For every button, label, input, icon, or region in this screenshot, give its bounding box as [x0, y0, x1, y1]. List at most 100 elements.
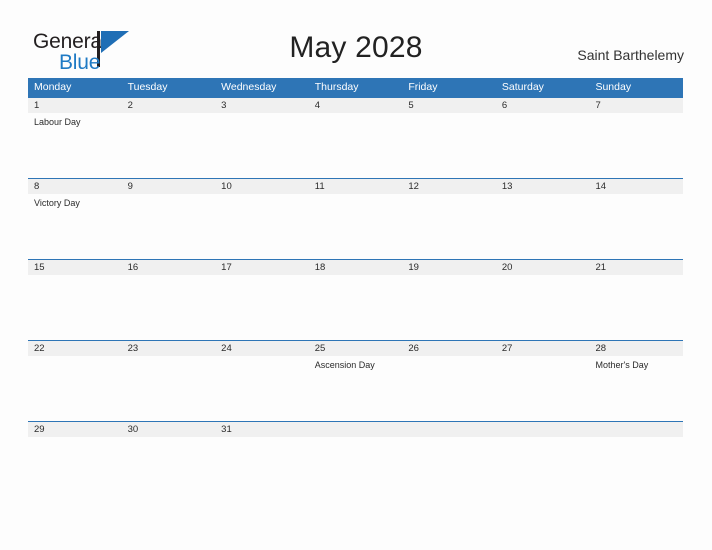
calendar-week-row: 1 2 3 4 5 6 7 Labour Day [28, 97, 683, 178]
day-number-empty [496, 422, 590, 437]
week-event-band [28, 275, 683, 339]
day-number[interactable]: 23 [122, 341, 216, 356]
day-cell[interactable] [28, 275, 122, 339]
day-number[interactable]: 27 [496, 341, 590, 356]
weekday-tuesday: Tuesday [127, 81, 168, 93]
calendar-week-row: 15 16 17 18 19 20 21 [28, 259, 683, 340]
day-cell[interactable] [402, 275, 496, 339]
day-number[interactable]: 11 [309, 179, 403, 194]
calendar-grid: Monday Tuesday Wednesday Thursday Friday… [28, 78, 683, 502]
day-cell[interactable] [496, 194, 590, 258]
weekday-thursday: Thursday [314, 81, 359, 93]
day-cell[interactable] [496, 356, 590, 420]
day-number[interactable]: 29 [28, 422, 122, 437]
day-cell[interactable] [215, 437, 309, 501]
day-number[interactable]: 10 [215, 179, 309, 194]
day-number[interactable]: 1 [28, 98, 122, 113]
weekday-header-row: Monday Tuesday Wednesday Thursday Friday… [28, 78, 683, 97]
weekday-monday: Monday [34, 81, 72, 93]
day-cell[interactable] [215, 275, 309, 339]
day-cell[interactable] [402, 113, 496, 177]
event-label: Labour Day [34, 117, 81, 127]
day-number[interactable]: 31 [215, 422, 309, 437]
event-label: Victory Day [34, 198, 80, 208]
day-number[interactable]: 15 [28, 260, 122, 275]
day-cell[interactable] [589, 113, 683, 177]
week-date-band: 8 9 10 11 12 13 14 [28, 179, 683, 194]
day-cell[interactable]: Victory Day [28, 194, 122, 258]
day-cell[interactable] [402, 194, 496, 258]
week-date-band: 29 30 31 [28, 422, 683, 437]
day-cell-empty [496, 437, 590, 501]
day-cell[interactable] [215, 113, 309, 177]
day-cell[interactable]: Labour Day [28, 113, 122, 177]
day-number[interactable]: 9 [122, 179, 216, 194]
day-number[interactable]: 8 [28, 179, 122, 194]
week-date-band: 15 16 17 18 19 20 21 [28, 260, 683, 275]
day-number[interactable]: 13 [496, 179, 590, 194]
day-cell[interactable] [496, 275, 590, 339]
day-number[interactable]: 12 [402, 179, 496, 194]
day-number[interactable]: 19 [402, 260, 496, 275]
week-event-band: Ascension Day Mother's Day [28, 356, 683, 420]
day-number[interactable]: 28 [589, 341, 683, 356]
day-cell[interactable] [309, 194, 403, 258]
page-header: General Blue May 2028 Saint Barthelemy [0, 0, 712, 76]
calendar-page: General Blue May 2028 Saint Barthelemy M… [0, 0, 712, 550]
day-number[interactable]: 16 [122, 260, 216, 275]
location-label: Saint Barthelemy [577, 47, 684, 63]
day-cell[interactable] [28, 437, 122, 501]
weekday-wednesday: Wednesday [221, 81, 277, 93]
day-cell[interactable] [589, 194, 683, 258]
week-date-band: 22 23 24 25 26 27 28 [28, 341, 683, 356]
weekday-saturday: Saturday [501, 81, 544, 93]
day-number-empty [589, 422, 683, 437]
day-cell[interactable] [215, 356, 309, 420]
day-number[interactable]: 6 [496, 98, 590, 113]
day-number[interactable]: 20 [496, 260, 590, 275]
day-cell[interactable] [122, 356, 216, 420]
calendar-week-row: 8 9 10 11 12 13 14 Victory Day [28, 178, 683, 259]
day-cell[interactable] [309, 113, 403, 177]
day-cell-empty [589, 437, 683, 501]
day-number[interactable]: 7 [589, 98, 683, 113]
day-cell[interactable] [122, 194, 216, 258]
day-cell[interactable]: Mother's Day [589, 356, 683, 420]
calendar-week-row: 29 30 31 [28, 421, 683, 502]
event-label: Ascension Day [314, 360, 375, 370]
day-cell[interactable] [309, 275, 403, 339]
day-cell-empty [309, 437, 403, 501]
day-cell[interactable] [496, 113, 590, 177]
day-cell[interactable] [122, 437, 216, 501]
day-number-empty [402, 422, 496, 437]
day-number[interactable]: 30 [122, 422, 216, 437]
day-number[interactable]: 2 [122, 98, 216, 113]
day-number[interactable]: 17 [215, 260, 309, 275]
day-cell[interactable] [215, 194, 309, 258]
day-number-empty [309, 422, 403, 437]
day-number[interactable]: 22 [28, 341, 122, 356]
day-number[interactable]: 24 [215, 341, 309, 356]
day-number[interactable]: 3 [215, 98, 309, 113]
calendar-week-row: 22 23 24 25 26 27 28 Ascension Day Mothe… [28, 340, 683, 421]
day-cell[interactable] [122, 113, 216, 177]
day-cell[interactable] [28, 356, 122, 420]
event-label: Mother's Day [595, 360, 649, 370]
day-number[interactable]: 5 [402, 98, 496, 113]
day-cell[interactable]: Ascension Day [309, 356, 403, 420]
weekday-sunday: Sunday [595, 81, 632, 93]
day-number[interactable]: 21 [589, 260, 683, 275]
day-number[interactable]: 14 [589, 179, 683, 194]
day-number[interactable]: 25 [309, 341, 403, 356]
day-cell[interactable] [122, 275, 216, 339]
day-cell[interactable] [402, 356, 496, 420]
week-event-band [28, 437, 683, 501]
day-cell-empty [402, 437, 496, 501]
day-number[interactable]: 26 [402, 341, 496, 356]
day-number[interactable]: 4 [309, 98, 403, 113]
week-event-band: Victory Day [28, 194, 683, 258]
day-number[interactable]: 18 [309, 260, 403, 275]
weekday-friday: Friday [408, 81, 438, 93]
day-cell[interactable] [589, 275, 683, 339]
week-event-band: Labour Day [28, 113, 683, 177]
